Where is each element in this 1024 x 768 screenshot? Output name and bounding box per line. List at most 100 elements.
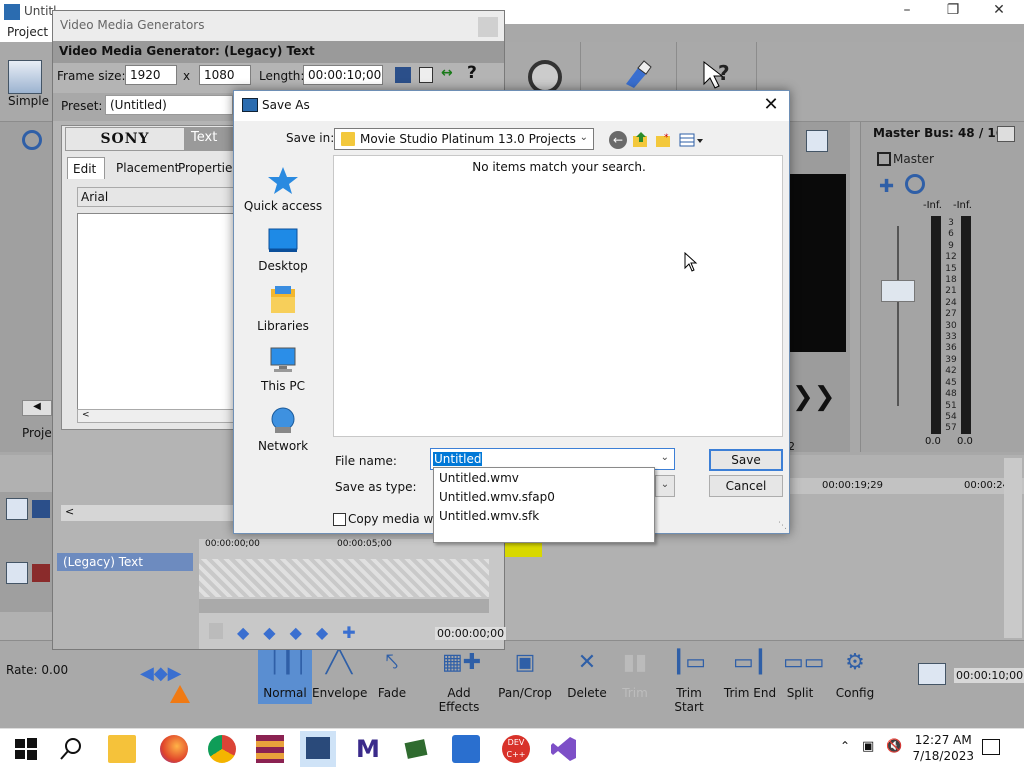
notification-icon[interactable] bbox=[982, 739, 1000, 755]
place-libraries[interactable]: Libraries bbox=[234, 285, 332, 333]
next-frame-icon[interactable]: ❯❯ bbox=[792, 382, 836, 412]
tool-fade[interactable]: ⤣ Fade bbox=[366, 650, 418, 704]
cancel-button[interactable]: Cancel bbox=[709, 475, 783, 497]
frame-height-input[interactable]: 1080 bbox=[199, 65, 251, 85]
minimize-button[interactable]: – bbox=[884, 2, 930, 22]
tool-trim-start[interactable]: ┃▭ Trim Start bbox=[660, 650, 718, 714]
frame-width-input[interactable]: 1920 bbox=[125, 65, 177, 85]
place-desktop[interactable]: Desktop bbox=[234, 225, 332, 273]
back-icon[interactable]: ← bbox=[609, 131, 627, 149]
simple-mode-label[interactable]: Simple bbox=[8, 94, 49, 108]
restore-button[interactable]: ❐ bbox=[930, 2, 976, 22]
file-list[interactable]: No items match your search. bbox=[333, 155, 783, 437]
master-fader-handle[interactable] bbox=[881, 280, 915, 302]
keyframe-track[interactable] bbox=[199, 559, 489, 597]
tab-edit[interactable]: Edit bbox=[67, 157, 105, 179]
system-clock[interactable]: 12:27 AM 7/18/2023 bbox=[912, 732, 974, 764]
video-track-icon[interactable] bbox=[6, 562, 28, 584]
search-icon[interactable] bbox=[58, 735, 86, 763]
film-icon[interactable] bbox=[402, 735, 430, 763]
firefox-icon[interactable] bbox=[160, 735, 188, 763]
save-button[interactable]: Save bbox=[709, 449, 783, 471]
text-edit-area[interactable] bbox=[77, 213, 237, 421]
help-cursor-icon[interactable]: ? bbox=[700, 58, 734, 92]
font-select[interactable]: Arial bbox=[77, 187, 237, 207]
lock-icon[interactable] bbox=[209, 623, 223, 639]
visual-studio-icon[interactable] bbox=[550, 735, 578, 763]
timeline-vscroll[interactable] bbox=[1004, 458, 1022, 638]
tool-trim[interactable]: ▮▮ Trim bbox=[612, 650, 658, 704]
autocomplete-item[interactable]: Untitled.wmv bbox=[439, 471, 519, 485]
tool-trim-end[interactable]: ▭┃ Trim End bbox=[722, 650, 778, 704]
rate-slider-handle[interactable] bbox=[170, 685, 190, 703]
paint-brush-icon[interactable] bbox=[620, 58, 654, 92]
chevron-down-icon[interactable]: ⌄ bbox=[661, 452, 669, 463]
resize-grip-icon[interactable]: ⋱ bbox=[778, 521, 787, 531]
snapshot-icon[interactable] bbox=[918, 663, 946, 685]
tool-label: Fade bbox=[377, 686, 407, 700]
copy-frame-icon[interactable] bbox=[806, 130, 828, 152]
keyframe-icon[interactable]: ↔ bbox=[441, 65, 453, 81]
windows-start-icon[interactable] bbox=[12, 735, 40, 763]
place-quick-access[interactable]: Quick access bbox=[234, 165, 332, 213]
save-in-select[interactable]: Movie Studio Platinum 13.0 Projects ⌄ bbox=[334, 128, 594, 150]
vmg-close-button[interactable] bbox=[478, 17, 498, 37]
mute-icon[interactable] bbox=[905, 174, 925, 194]
autocomplete-item[interactable]: Untitled.wmv.sfk bbox=[439, 509, 539, 523]
tab-properties[interactable]: Properties bbox=[173, 157, 239, 179]
tool-normal[interactable]: │┃│ Normal bbox=[258, 650, 312, 704]
sony-tab[interactable]: SONY bbox=[65, 127, 185, 151]
movavi-icon[interactable]: M bbox=[354, 735, 382, 763]
template-icon[interactable] bbox=[395, 67, 411, 83]
help-icon[interactable]: ? bbox=[467, 63, 477, 83]
tool-split[interactable]: ▭▭ Split bbox=[782, 650, 825, 704]
volume-muted-icon[interactable]: 🔇 bbox=[886, 739, 902, 754]
network-status-icon[interactable]: ▣ bbox=[862, 739, 874, 754]
timeline-clip[interactable] bbox=[504, 543, 542, 557]
chevron-up-icon[interactable]: ⌃ bbox=[840, 739, 850, 753]
tool-pan-crop[interactable]: ▣ Pan/Crop bbox=[496, 650, 554, 704]
video-track-icon[interactable] bbox=[6, 498, 28, 520]
vmg-hscroll[interactable]: < bbox=[61, 505, 243, 521]
shuttle-icon[interactable]: ◀◆▶ bbox=[140, 663, 182, 684]
scroll-left-button[interactable]: ◀ bbox=[22, 400, 52, 416]
keyframe-nav-icons[interactable]: ◆◆◆◆✚ bbox=[237, 623, 370, 642]
length-input[interactable]: 00:00:10;00 bbox=[303, 65, 383, 85]
insert-fx-icon[interactable]: ✚ bbox=[879, 176, 894, 197]
preset-select[interactable]: (Untitled) bbox=[105, 95, 233, 115]
film-reel-icon[interactable] bbox=[528, 60, 562, 94]
scroll-left-icon[interactable]: < bbox=[65, 505, 74, 518]
save-preset-icon[interactable] bbox=[419, 67, 433, 83]
search-icon[interactable] bbox=[22, 130, 42, 150]
tool-delete[interactable]: ✕ Delete bbox=[562, 650, 612, 704]
close-app-button[interactable]: ✕ bbox=[976, 2, 1022, 22]
up-folder-icon[interactable] bbox=[632, 131, 650, 149]
tab-placement[interactable]: Placement bbox=[111, 157, 179, 179]
mixer-icon[interactable] bbox=[997, 126, 1015, 142]
dialog-close-button[interactable]: ✕ bbox=[761, 94, 781, 116]
autocomplete-item[interactable]: Untitled.wmv.sfap0 bbox=[439, 490, 555, 504]
tool-envelope[interactable]: ╱╲ Envelope bbox=[312, 650, 367, 704]
video-player-icon[interactable] bbox=[452, 735, 480, 763]
layout-icon[interactable] bbox=[8, 60, 42, 94]
tool-add-effects[interactable]: ▦✚ Add Effects bbox=[426, 650, 492, 714]
ruler-time-1: 00:00:19;29 bbox=[822, 480, 884, 491]
winrar-icon[interactable] bbox=[256, 735, 284, 763]
chrome-icon[interactable] bbox=[208, 735, 236, 763]
devcpp-icon[interactable]: DEV C++ bbox=[502, 735, 530, 763]
save-as-type-select[interactable]: ⌄ bbox=[655, 475, 675, 497]
place-network[interactable]: Network bbox=[234, 405, 332, 453]
copy-media-checkbox[interactable] bbox=[333, 513, 346, 526]
menu-project[interactable]: Project bbox=[7, 25, 48, 39]
level-meter-left bbox=[931, 216, 941, 434]
new-folder-icon[interactable]: * bbox=[655, 131, 673, 149]
place-this-pc[interactable]: This PC bbox=[234, 345, 332, 393]
kf-hscroll[interactable] bbox=[199, 599, 489, 613]
file-explorer-icon[interactable] bbox=[108, 735, 136, 763]
generator-list-item[interactable]: (Legacy) Text bbox=[57, 553, 193, 571]
vegas-active-icon[interactable] bbox=[300, 731, 336, 767]
text-hscroll[interactable]: < bbox=[77, 409, 237, 423]
view-menu-icon[interactable] bbox=[679, 131, 705, 149]
tool-config[interactable]: ⚙ Config bbox=[832, 650, 878, 704]
timeline-ruler: 00:00:19;29 00:00:24; bbox=[786, 478, 1024, 494]
